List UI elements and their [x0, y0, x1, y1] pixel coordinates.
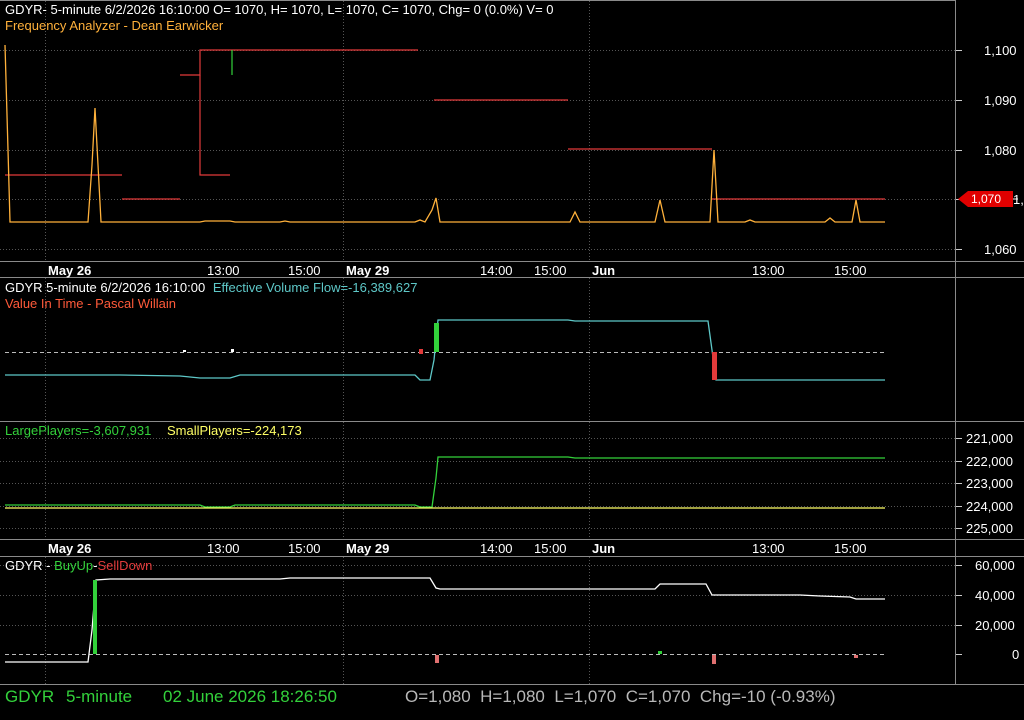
large-players-value: LargePlayers=-3,607,931 — [5, 423, 152, 438]
time-axis-time: 13:00 — [752, 541, 785, 556]
time-axis-time: 14:00 — [480, 263, 513, 278]
time-axis-time: 15:00 — [834, 541, 867, 556]
small-players-value: SmallPlayers=-224,173 — [166, 423, 302, 438]
time-axis-time: 15:00 — [288, 263, 321, 278]
status-datetime: 02 June 2026 18:26:50 — [163, 687, 337, 706]
time-axis-time: 15:00 — [534, 263, 567, 278]
time-axis-date: May 26 — [48, 541, 92, 556]
price-line — [4, 44, 885, 223]
chart-header-quote: GDYR- 5-minute 6/2/2026 16:10:00 O= 1070… — [5, 2, 554, 17]
time-axis-time: 15:00 — [534, 541, 567, 556]
status-bar: GDYR 5-minute 02 June 2026 18:26:50 O=1,… — [0, 685, 1024, 720]
buyup-axis-label: 20,000 — [975, 618, 1015, 633]
time-axis-date: May 29 — [346, 263, 390, 278]
time-axis-date: Jun — [592, 263, 616, 278]
buyup-axis-label: 0 — [1012, 647, 1020, 662]
time-axis-time: 15:00 — [288, 541, 321, 556]
selldown-label: SellDown — [97, 558, 153, 573]
indicator-title-frequency-analyzer: Frequency Analyzer - Dean Earwicker — [5, 18, 224, 33]
volume-flow-title-prefix: GDYR 5-minute 6/2/2026 16:10:00 — [5, 280, 206, 295]
players-axis-label: 223,000 — [966, 476, 1013, 491]
volume-flow-value: Effective Volume Flow=-16,389,627 — [212, 280, 418, 295]
price-axis-label: 1,100 — [984, 43, 1017, 58]
players-axis-label: 225,000 — [966, 521, 1013, 536]
time-axis-date: May 26 — [48, 263, 92, 278]
time-axis-time: 15:00 — [834, 263, 867, 278]
buyup-selldown-line — [5, 577, 885, 663]
volume-flow-header: GDYR 5-minute 6/2/2026 16:10:00 Effectiv… — [5, 280, 417, 295]
players-axis-label: 224,000 — [966, 499, 1013, 514]
price-axis-label: 1,080 — [984, 143, 1017, 158]
last-price-tag-label: 1,070 — [971, 192, 1002, 206]
buyup-selldown-symbol: GDYR — [5, 558, 43, 573]
price-axis-label: 1,090 — [984, 93, 1017, 108]
time-axis-time: 13:00 — [207, 263, 240, 278]
price-axis-label: 1,060 — [984, 242, 1017, 257]
buyup-selldown-header: GDYR - BuyUp-SellDown — [5, 558, 152, 573]
large-players-line — [5, 456, 885, 508]
status-symbol: GDYR — [5, 687, 55, 706]
time-axis-date: May 29 — [346, 541, 390, 556]
buyup-selldown-separator: - — [42, 558, 55, 573]
time-axis-date: Jun — [592, 541, 616, 556]
time-axis-time: 14:00 — [480, 541, 513, 556]
status-interval: 5-minute — [66, 687, 133, 706]
players-axis-label: 221,000 — [966, 431, 1013, 446]
chart-canvas — [0, 0, 1024, 685]
players-axis-label: 222,000 — [966, 454, 1013, 469]
players-header: LargePlayers=-3,607,931 SmallPlayers=-22… — [5, 423, 302, 438]
time-axis-time: 13:00 — [752, 263, 785, 278]
time-axis-time: 13:00 — [207, 541, 240, 556]
buyup-axis-label: 40,000 — [975, 588, 1015, 603]
status-quote: O=1,080 H=1,080 L=1,070 C=1,070 Chg=-10 … — [405, 687, 836, 706]
buyup-axis-label: 60,000 — [975, 558, 1015, 573]
frequency-levels — [5, 49, 885, 200]
volume-flow-line — [5, 319, 885, 381]
indicator-title-value-in-time: Value In Time - Pascal Willain — [5, 296, 176, 311]
buyup-label: BuyUp — [54, 558, 94, 573]
price-axis-label: 1,070 — [1013, 192, 1024, 207]
